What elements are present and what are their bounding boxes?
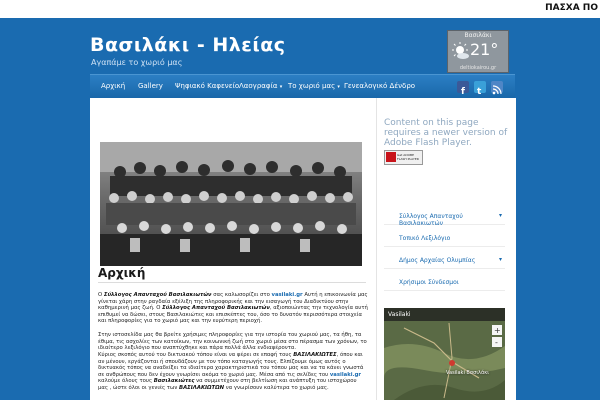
ticker-text: ΠΑΣΧΑ ΠΟ — [545, 3, 598, 13]
svg-text:t: t — [477, 87, 482, 96]
map-title-bar: Vasilaki — [384, 308, 505, 321]
flash-logo-icon — [386, 152, 396, 162]
site-link[interactable]: vasilaki.gr — [272, 292, 303, 298]
sidebar-link-label: Τοπικό Λεξιλόγιο — [399, 235, 451, 242]
content-paragraph: Στην ιστοσελίδα μας θα βρείτε χρήσιμες π… — [98, 332, 367, 352]
emphasis-text: ΒΑΣΙΛΑΚΙΩΤΕΣ — [293, 352, 337, 358]
chevron-down-icon: ▾ — [337, 84, 340, 90]
sidebar-link-municipality[interactable]: Δήμος Αρχαίας Ολυμπίας ▾ — [384, 254, 505, 269]
sun-cloud-icon — [452, 42, 469, 59]
page-title: Αρχική — [98, 266, 146, 280]
twitter-icon[interactable]: t — [474, 81, 486, 97]
emphasis-text: ΒΑΣΙΛΑΚΙΩΤΩΝ — [179, 384, 225, 391]
sidebar-link-label: Χρήσιμοι Σύνδεσμοι — [399, 279, 459, 286]
flash-button-label: Get ADOBE FLASH PLAYER — [397, 153, 419, 161]
weather-city: Βασιλάκι — [464, 32, 492, 39]
nav-item-digital-cafe[interactable]: Ψηφιακό Καφενείο — [175, 82, 239, 90]
sidebar-link-association[interactable]: Σύλλογος Απανταχού Βασιλακιωτών ▾ — [384, 210, 505, 227]
title-divider — [98, 282, 366, 283]
rss-icon[interactable] — [491, 81, 503, 95]
weather-widget[interactable]: Βασιλάκι 21° deltiokairou.gr — [447, 30, 509, 73]
photo-image — [100, 142, 362, 266]
embedded-map[interactable]: + - Vasilaki Vasilaki Βασιλάκι — [384, 308, 505, 400]
association-name: Σύλλογος Απανταχού Βασιλακιωτών — [162, 305, 270, 312]
site-title[interactable]: Βασιλάκι - Ηλείας — [90, 34, 286, 56]
text-run: καλούμε όλους τους — [98, 378, 154, 385]
nav-item-home[interactable]: Αρχική — [101, 82, 125, 90]
flash-required-message: Content on this page requires a newer ve… — [384, 118, 508, 148]
purpose-paragraph: Κύριος σκοπός αυτού του δικτυακού τόπου … — [98, 352, 368, 392]
site-tagline: Αγαπάμε το χωριό μας — [91, 58, 183, 67]
text-run: να γνωρίσουν καλύτερα το χωριό μας. — [224, 384, 329, 391]
nav-item-folklore-label: Λαογραφία — [239, 82, 278, 90]
map-satellite-image: + - — [384, 308, 505, 400]
news-ticker: ΠΑΣΧΑ ΠΟ — [0, 0, 600, 18]
chevron-down-icon: ▾ — [279, 84, 283, 90]
sidebar-link-label: Δήμος Αρχαίας Ολυμπίας — [399, 257, 476, 264]
svg-text:f: f — [461, 87, 465, 96]
emphasis-text: Βασιλακιώτες — [153, 378, 195, 385]
sidebar-link-label: Σύλλογος Απανταχού Βασιλακιωτών — [399, 213, 463, 227]
village-group-photo — [100, 142, 362, 266]
flash-button-line2: FLASH PLAYER — [397, 157, 419, 161]
nav-item-family-tree[interactable]: Γενεαλογικό Δένδρο — [344, 82, 415, 90]
nav-item-folklore[interactable]: Λαογραφία ▾ — [239, 82, 282, 90]
site-link[interactable]: vasilaki.gr — [330, 372, 361, 378]
sidebar-link-local-glossary[interactable]: Τοπικό Λεξιλόγιο — [384, 232, 505, 247]
text-run: σας καλωσορίζει στο — [211, 292, 272, 298]
weather-source[interactable]: deltiokairou.gr — [448, 65, 508, 71]
association-name: Σύλλογος Απανταχού Βασιλακιωτών — [103, 292, 212, 298]
nav-item-our-village-label: Το χωριό μας — [288, 82, 336, 90]
nav-item-our-village[interactable]: Το χωριό μας ▾ — [288, 82, 340, 90]
nav-item-gallery[interactable]: Gallery — [138, 82, 163, 90]
text-run: Κύριος σκοπός αυτού του δικτυακού τόπου … — [98, 352, 294, 358]
facebook-icon[interactable]: f — [457, 81, 469, 97]
sidebar-link-useful-links[interactable]: Χρήσιμοι Σύνδεσμοι — [384, 276, 505, 291]
chevron-down-icon: ▾ — [498, 256, 502, 263]
svg-text:-: - — [495, 338, 498, 347]
main-navigation: Αρχική Gallery Ψηφιακό Καφενείο Λαογραφί… — [90, 74, 515, 99]
intro-paragraph: Ο Σύλλογος Απανταχού Βασιλακιωτών σας κα… — [98, 292, 368, 325]
chevron-down-icon: ▾ — [498, 212, 502, 219]
map-place-label: Vasilaki Βασιλάκι — [446, 370, 489, 376]
get-flash-player-button[interactable]: Get ADOBE FLASH PLAYER — [384, 150, 423, 165]
weather-temperature: 21° — [470, 40, 499, 59]
map-title[interactable]: Vasilaki — [388, 311, 411, 318]
svg-text:+: + — [494, 326, 501, 335]
